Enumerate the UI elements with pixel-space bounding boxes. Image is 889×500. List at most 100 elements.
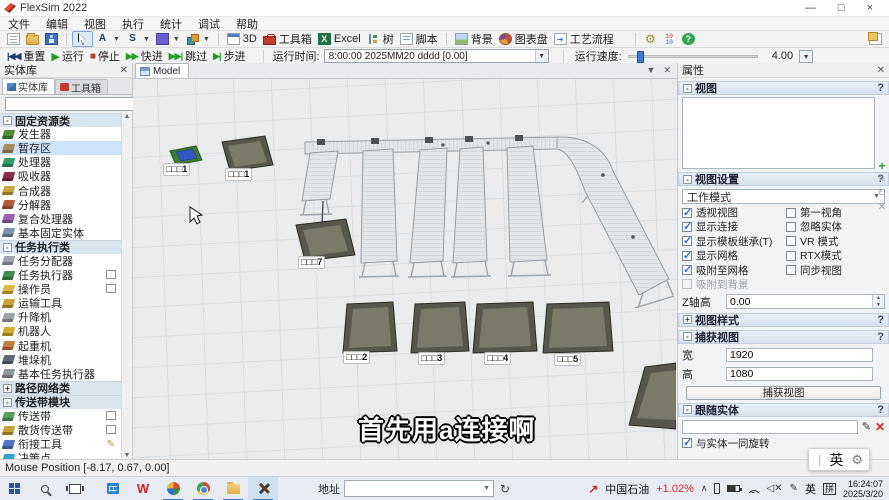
open-button[interactable] (23, 31, 42, 47)
object-label[interactable]: □□□3 (418, 352, 445, 365)
collapse-icon[interactable]: - (683, 405, 692, 414)
chevron-down-icon[interactable]: ▼ (143, 36, 150, 43)
library-item[interactable]: 处理器 (0, 155, 121, 169)
collapse-icon[interactable]: - (683, 332, 692, 341)
collapse-icon[interactable]: - (3, 398, 12, 407)
view-3d-button[interactable]: 3D (224, 31, 260, 47)
script-button[interactable]: 脚本 (397, 31, 441, 47)
views-list[interactable] (682, 97, 875, 169)
work-mode-select[interactable]: 工作模式 ▼ (682, 189, 885, 204)
library-item[interactable]: 基本固定实体 (0, 226, 121, 240)
help-button[interactable] (679, 31, 698, 47)
checkbox-show-grid[interactable]: 显示网格 (682, 250, 786, 261)
checkbox-box[interactable] (786, 208, 796, 218)
library-item[interactable]: 基本任务执行器 (0, 367, 121, 381)
library-item[interactable]: 传送带 (0, 409, 121, 423)
library-item[interactable]: 机器人 (0, 324, 121, 338)
z-height-input[interactable] (727, 296, 872, 308)
checkbox-show-connections[interactable]: 显示连接 (682, 221, 786, 232)
expand-icon[interactable]: + (3, 384, 12, 393)
taskbar-clock[interactable]: 16:24:07 2025/3/20 (843, 479, 885, 499)
tab-library[interactable]: 实体库 (2, 78, 55, 94)
object-label[interactable]: □□□2 (343, 351, 370, 364)
new-model-button[interactable] (4, 31, 23, 47)
menu-execute[interactable]: 执行 (122, 16, 144, 32)
section-view-style[interactable]: + 视图样式 ? (678, 313, 889, 327)
step-button[interactable]: ▶|步进 (210, 48, 248, 64)
rename-view-icon[interactable]: ✎ (878, 175, 886, 185)
checkbox-sync-views[interactable]: 同步视图 (786, 265, 887, 276)
tray-expand-icon[interactable]: ∧ (701, 483, 708, 494)
flexsim-app-button[interactable] (248, 477, 278, 500)
scroll-down-icon[interactable]: ▼ (124, 452, 131, 459)
object-label[interactable]: □□□1 (163, 163, 190, 176)
section-follow-entity[interactable]: - 跟随实体 ? (678, 403, 889, 417)
runtime-combo[interactable]: 8:00:00 2025MM20 dddd [0.00] ▼ (324, 49, 549, 63)
object-label[interactable]: □□□4 (484, 352, 511, 365)
speed-dropdown[interactable]: ▼ (799, 50, 813, 63)
process-flow-button[interactable]: 工艺流程 (551, 31, 617, 47)
excel-button[interactable]: Excel (315, 31, 364, 47)
section-capture-view[interactable]: - 捕获视图 ? (678, 330, 889, 344)
checkbox-snap-background[interactable]: 吸附到背景 (682, 279, 786, 290)
speaker-muted-icon[interactable]: ◁✕ (766, 483, 782, 494)
checkbox-perspective[interactable]: 透视视图 (682, 207, 786, 218)
tab-list-dropdown-icon[interactable]: ▼ (647, 65, 656, 76)
library-group[interactable]: -任务执行类 (0, 240, 121, 254)
chrome-button[interactable] (188, 477, 218, 500)
taskbar-search-button[interactable] (30, 477, 60, 500)
checkbox-box[interactable] (786, 236, 796, 246)
tree-button[interactable]: 树 (364, 31, 397, 47)
ime-settings-gear-icon[interactable]: ⚙ (851, 452, 863, 468)
run-speed-slider[interactable] (628, 55, 758, 58)
library-item[interactable]: 升降机 (0, 310, 121, 324)
background-button[interactable]: 背景 (452, 31, 496, 47)
start-button[interactable] (0, 477, 30, 500)
wifi-icon[interactable] (747, 484, 759, 493)
delete-view-icon[interactable]: ✕ (878, 203, 886, 213)
help-icon[interactable]: ? (877, 331, 884, 343)
checkbox-ignore-objects[interactable]: 忽略实体 (786, 221, 887, 232)
ime-language[interactable]: 英 (829, 450, 843, 470)
minimize-button[interactable]: — (805, 2, 816, 14)
menu-statistics[interactable]: 统计 (160, 16, 182, 32)
file-explorer-button[interactable] (218, 477, 248, 500)
refresh-icon[interactable]: ↻ (500, 482, 510, 496)
collapse-icon[interactable]: - (3, 243, 12, 252)
stock-change[interactable]: +1.02% (656, 483, 694, 495)
checkbox-box[interactable] (682, 438, 692, 448)
library-item[interactable]: 分解器 (0, 198, 121, 212)
new-window-button[interactable] (866, 31, 885, 47)
sconnect-tool-button[interactable]: S▼ (123, 31, 153, 47)
chevron-down-icon[interactable]: ▼ (800, 51, 812, 62)
pen-icon[interactable]: ✎ (790, 483, 798, 494)
cascade-window-icon[interactable] (106, 427, 114, 434)
properties-close-button[interactable]: ✕ (877, 65, 885, 76)
connect-tool-button[interactable]: A▼ (93, 31, 123, 47)
select-tool-button[interactable] (72, 31, 93, 47)
save-button[interactable] (42, 31, 61, 47)
help-icon[interactable]: ? (877, 314, 884, 326)
help-icon[interactable]: ? (877, 404, 884, 416)
object-label[interactable]: □□□1 (225, 168, 252, 181)
address-input[interactable]: ▼ (344, 480, 494, 497)
tab-toolbox[interactable]: 工具箱 (55, 79, 108, 94)
capture-width-input[interactable] (726, 348, 873, 362)
create-object-button[interactable]: ▼ (153, 31, 183, 47)
wps-button[interactable]: W (128, 477, 158, 500)
menu-debug[interactable]: 调试 (198, 16, 220, 32)
checkbox-snap-grid[interactable]: 吸附至网格 (682, 265, 786, 276)
close-button[interactable]: × (867, 2, 873, 14)
library-group[interactable]: -固定资源类 (0, 113, 121, 127)
library-item[interactable]: 合成器 (0, 183, 121, 197)
checkbox-box[interactable] (786, 265, 796, 275)
cascade-window-icon[interactable] (106, 272, 114, 279)
library-item[interactable]: 操作员 (0, 282, 121, 296)
tab-close-icon[interactable]: ✕ (663, 65, 671, 76)
refresh-view-icon[interactable]: ↻ (878, 189, 886, 199)
menu-edit[interactable]: 编辑 (46, 16, 68, 32)
collapse-icon[interactable]: - (683, 84, 692, 93)
ime-mode-indicator[interactable]: 拼 (823, 483, 836, 495)
chevron-down-icon[interactable]: ▼ (203, 36, 210, 43)
checkbox-box[interactable] (682, 236, 692, 246)
